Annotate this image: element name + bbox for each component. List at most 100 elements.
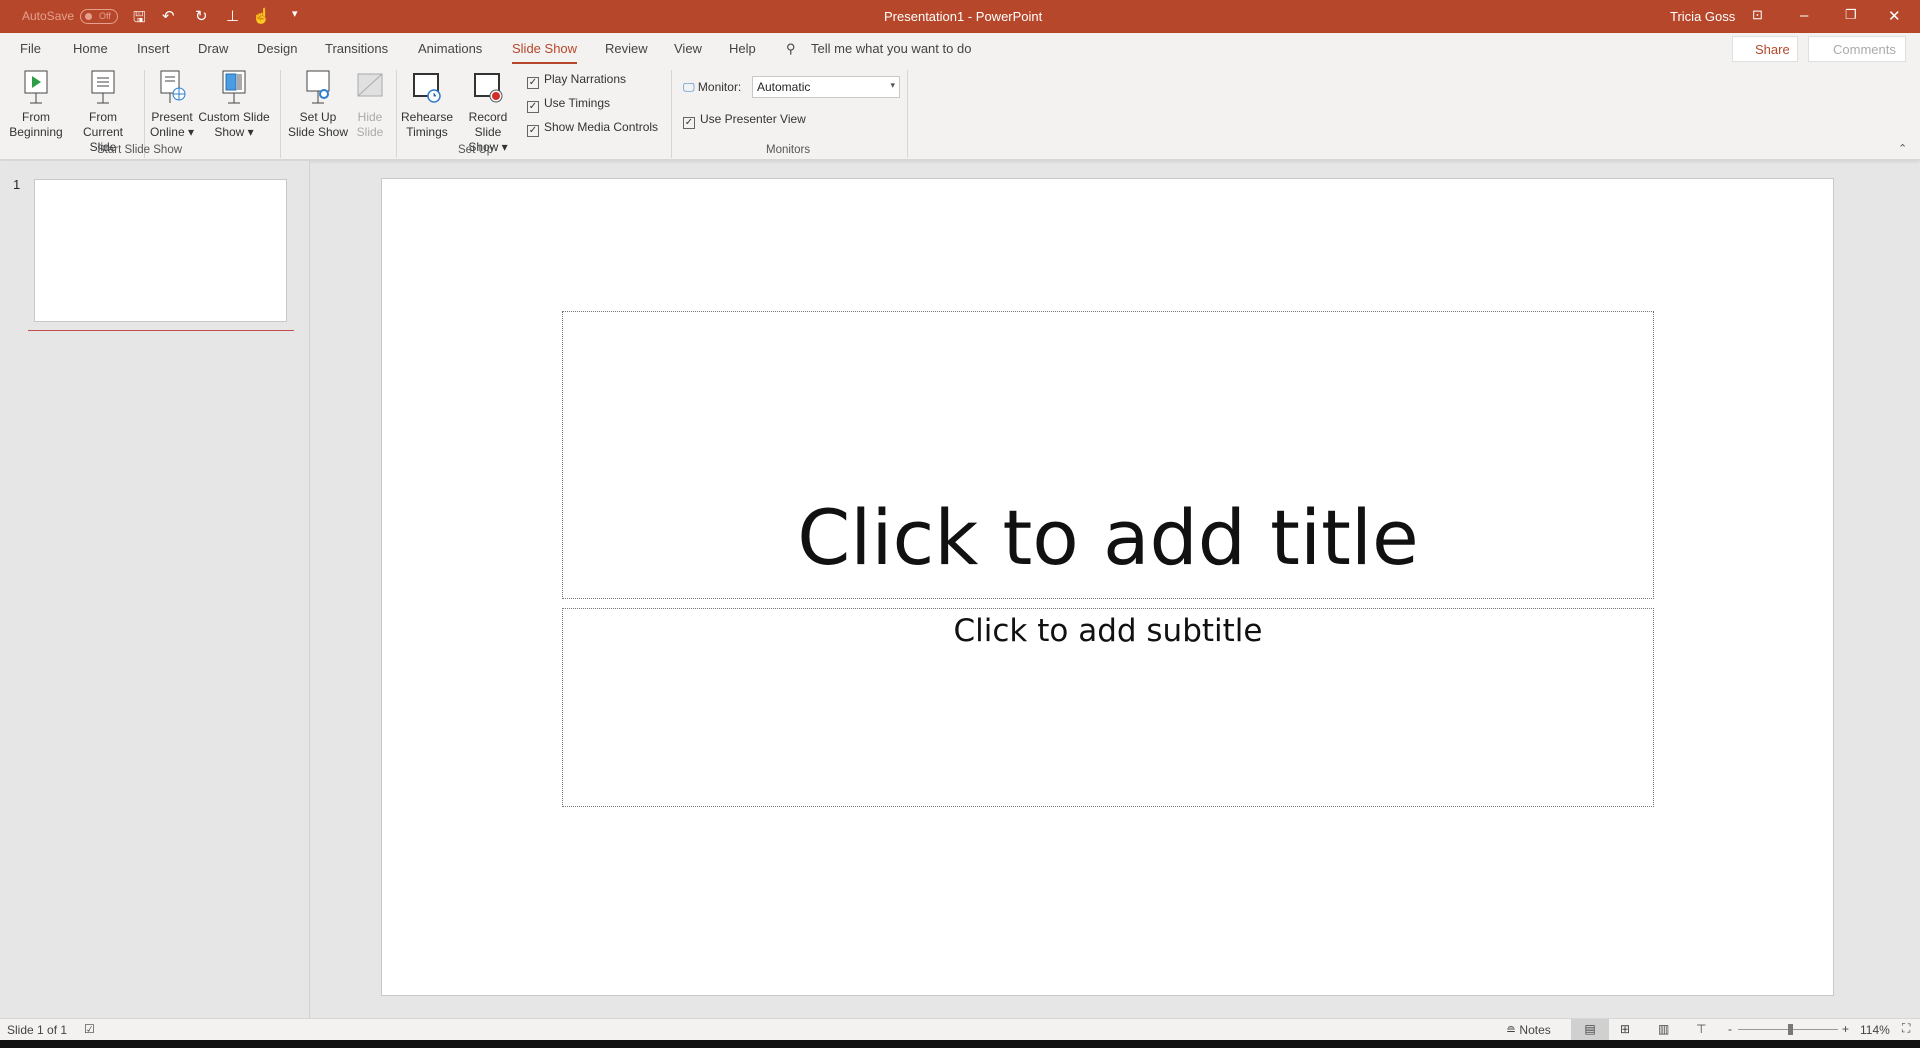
stopwatch-icon: [413, 73, 441, 103]
slide-show-view-icon[interactable]: ⊤: [1696, 1022, 1706, 1036]
ribbon-display-icon[interactable]: ⊡: [1752, 7, 1763, 23]
tab-animations[interactable]: Animations: [418, 41, 482, 56]
start-from-beginning-icon[interactable]: ⊥: [226, 7, 239, 25]
group-label-start-slide-show: Start Slide Show: [97, 144, 183, 156]
notes-icon: ≘: [1506, 1023, 1517, 1037]
setup-gear-icon: [306, 70, 330, 104]
tab-slide-show[interactable]: Slide Show: [512, 41, 578, 65]
set-up-slide-show-button[interactable]: Set Up Slide Show: [286, 68, 350, 140]
autosave-label: AutoSave: [22, 9, 75, 23]
label: Notes: [1519, 1023, 1551, 1037]
tell-me-search[interactable]: Tell me what you want to do: [811, 41, 971, 56]
insertion-line: [28, 330, 294, 331]
share-label: Share: [1755, 42, 1790, 57]
taskbar: [0, 1040, 1920, 1048]
hide-slide-button[interactable]: Hide Slide: [352, 68, 388, 140]
tab-review[interactable]: Review: [605, 41, 648, 56]
reading-view-icon[interactable]: ▥: [1658, 1022, 1669, 1036]
divider: [907, 70, 908, 158]
tab-home[interactable]: Home: [73, 41, 108, 56]
from-beginning-button[interactable]: From Beginning: [6, 68, 66, 140]
use-presenter-view-checkbox[interactable]: ✓ Use Presenter View: [683, 112, 806, 129]
play-from-start-icon: [24, 70, 48, 104]
label: Custom Slide: [198, 110, 270, 124]
title-placeholder[interactable]: Click to add title: [562, 311, 1654, 599]
slide-thumbnail[interactable]: [34, 179, 287, 322]
slide-canvas[interactable]: Click to add title Click to add subtitle: [381, 178, 1834, 996]
checkmark-icon: ✓: [683, 117, 695, 129]
label: Show Media Controls: [544, 120, 659, 134]
group-label-monitors: Monitors: [766, 144, 811, 156]
label: Use Presenter View: [700, 112, 806, 126]
tab-file[interactable]: File: [20, 41, 41, 56]
slide-sorter-icon[interactable]: ⊞: [1620, 1022, 1630, 1036]
label: Present: [151, 110, 193, 124]
group-label-set-up: Set Up: [458, 144, 494, 156]
fit-to-window-icon[interactable]: ⛶: [1902, 1021, 1910, 1036]
notes-button[interactable]: ≘ Notes: [1506, 1023, 1551, 1037]
label: From: [89, 110, 117, 124]
slide-count: Slide 1 of 1: [7, 1023, 68, 1037]
zoom-level[interactable]: 114%: [1860, 1023, 1890, 1037]
search-icon: ⚲: [786, 41, 796, 56]
comments-button[interactable]: Comments: [1808, 36, 1906, 62]
minimize-icon[interactable]: –: [1800, 7, 1808, 24]
ribbon: From Beginning From Current Slide Present O…: [0, 64, 1920, 160]
label: Play Narrations: [544, 72, 627, 86]
tab-design[interactable]: Design: [257, 41, 297, 56]
tab-insert[interactable]: Insert: [137, 41, 170, 56]
touch-mode-icon[interactable]: ☝: [252, 7, 271, 25]
zoom-slider-thumb[interactable]: [1788, 1024, 1793, 1035]
custom-slide-show-button[interactable]: Custom Slide Show ▾: [198, 68, 270, 140]
label: Slide: [356, 125, 384, 139]
label: From: [22, 110, 50, 124]
show-media-controls-checkbox[interactable]: ✓ Show Media Controls: [527, 120, 658, 137]
monitor-value: Automatic: [757, 80, 811, 94]
label: Slide Show: [287, 125, 349, 139]
subtitle-text: Click to add subtitle: [953, 613, 1263, 649]
normal-view-icon[interactable]: ▤: [1571, 1019, 1609, 1040]
play-narrations-checkbox[interactable]: ✓ Play Narrations: [527, 72, 626, 89]
customize-toolbar-icon[interactable]: ▾: [292, 7, 298, 20]
hide-slide-icon: [357, 73, 383, 97]
monitor-dropdown[interactable]: Automatic: [752, 76, 900, 98]
redo-icon[interactable]: ↻: [195, 7, 208, 25]
label: Hide: [357, 110, 383, 124]
label: Online ▾: [149, 125, 195, 139]
use-timings-checkbox[interactable]: ✓ Use Timings: [527, 96, 610, 113]
zoom-in-button[interactable]: +: [1842, 1022, 1849, 1036]
accessibility-icon[interactable]: ☑: [84, 1022, 95, 1036]
rehearse-timings-button[interactable]: Rehearse Timings: [400, 68, 454, 140]
tab-transitions[interactable]: Transitions: [325, 41, 388, 56]
share-button[interactable]: Share: [1732, 36, 1798, 62]
user-name[interactable]: Tricia Goss: [1670, 9, 1735, 24]
autosave-toggle[interactable]: Off: [80, 9, 118, 24]
subtitle-placeholder[interactable]: Click to add subtitle: [562, 608, 1654, 807]
label: Use Timings: [544, 96, 611, 110]
comments-label: Comments: [1833, 42, 1896, 57]
present-online-globe-icon: [160, 70, 186, 103]
slide-screen-icon: [91, 70, 115, 104]
save-icon[interactable]: 🖫: [133, 7, 146, 32]
tab-view[interactable]: View: [674, 41, 702, 56]
zoom-out-button[interactable]: -: [1728, 1022, 1732, 1036]
label: Set Up: [299, 110, 337, 124]
from-current-slide-button[interactable]: From Current Slide: [68, 68, 138, 155]
status-bar: Slide 1 of 1 ☑ ≘ Notes ▤ ⊞ ▥ ⊤ - + 114% …: [0, 1018, 1920, 1040]
undo-icon[interactable]: ↶: [162, 7, 175, 25]
record-slide-show-button[interactable]: Record Slide Show ▾: [454, 68, 522, 155]
label: Beginning: [9, 125, 63, 139]
divider: [671, 70, 672, 158]
close-icon[interactable]: ✕: [1888, 7, 1901, 25]
collapse-ribbon-icon[interactable]: ⌃: [1898, 142, 1907, 155]
label: Monitor:: [697, 80, 742, 94]
present-online-button[interactable]: Present Online ▾: [148, 68, 196, 140]
tab-draw[interactable]: Draw: [198, 41, 228, 56]
restore-icon[interactable]: ❐: [1845, 7, 1857, 23]
title-text: Click to add title: [797, 493, 1419, 582]
divider: [280, 70, 281, 158]
tab-help[interactable]: Help: [729, 41, 756, 56]
label: Timings: [406, 125, 448, 139]
checkmark-icon: ✓: [527, 77, 539, 89]
slide-number: 1: [13, 177, 21, 192]
